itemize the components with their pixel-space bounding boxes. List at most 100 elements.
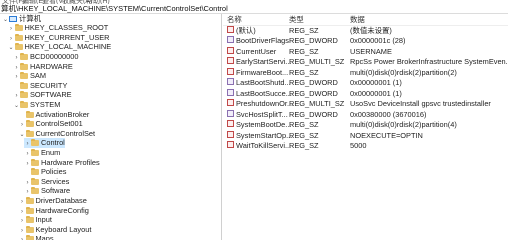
tree-node-label: SECURITY: [30, 80, 68, 90]
value-name: PreshutdownOr...: [236, 99, 294, 109]
tree-node[interactable]: ⌄ CurrentControlSet: [19, 128, 96, 139]
tree-node[interactable]: › Software: [24, 186, 71, 196]
tree-node-label: Control: [41, 138, 65, 148]
tree-node-label: DriverDatabase: [35, 195, 87, 205]
tree-node[interactable]: › SAM: [13, 71, 47, 81]
value-row[interactable]: CurrentUser REG_SZ USERNAME: [223, 46, 508, 57]
value-data: 0x0000001c (28): [350, 36, 406, 46]
tree-node[interactable]: › ControlSet001: [19, 119, 83, 129]
tree-node[interactable]: › Enum: [24, 147, 61, 158]
value-type: REG_DWORD: [289, 88, 338, 98]
registry-tree[interactable]: ⌄ 计算机 › HKEY_CLASSES_ROOT › HKEY_CURRENT_USER…: [0, 14, 222, 240]
tree-node[interactable]: › Hardware Profiles: [24, 158, 100, 168]
value-type: REG_DWORD: [289, 109, 338, 119]
tree-node[interactable]: › SOFTWARE: [13, 90, 72, 100]
value-row[interactable]: BootDriverFlags REG_DWORD 0x0000001c (28): [223, 36, 508, 46]
value-row[interactable]: SystemBootDe... REG_SZ multi(0)disk(0)rdis…: [223, 120, 508, 130]
value-row[interactable]: LastBootShutd... REG_DWORD 0x00000001 (1): [223, 78, 508, 88]
value-data: multi(0)disk(0)rdisk(2)partition(2): [350, 67, 457, 77]
folder-icon: [25, 196, 34, 204]
folder-icon: [31, 148, 39, 156]
value-row[interactable]: EarlyStartServi... REG_MULTI_SZ RpcSs Powe…: [223, 57, 508, 67]
folder-icon: [20, 52, 28, 60]
value-row[interactable]: SystemStartOp... REG_SZ NOEXECUTE=OPTIN: [223, 130, 508, 141]
folder-icon: [31, 187, 39, 195]
value-row[interactable]: LastBootSucce... REG_DWORD 0x00000001 (1): [223, 88, 508, 99]
tree-node-label: Enum: [41, 147, 61, 157]
tree-node-label: HARDWARE: [30, 61, 73, 71]
value-row[interactable]: SvcHostSplitT... REG_DWORD 0x00380000 (367…: [223, 109, 508, 120]
tree-node[interactable]: › HARDWARE: [13, 62, 73, 72]
tree-node-label: CurrentControlSet: [35, 128, 96, 138]
value-name: LastBootSucce...: [236, 88, 292, 98]
value-type: REG_SZ: [289, 130, 319, 140]
tree-node[interactable]: ⌄ 计算机: [2, 14, 41, 24]
folder-icon: [31, 177, 39, 185]
tree-node[interactable]: › BCD00000000: [13, 52, 79, 62]
value-row[interactable]: FirmwareBoot... REG_SZ multi(0)disk(0)rdis…: [223, 67, 508, 78]
tree-node-label: HKEY_CLASSES_ROOT: [24, 23, 109, 33]
tree-node[interactable]: ⌄ HKEY_LOCAL_MACHINE: [8, 42, 112, 52]
column-header-data[interactable]: 数据: [350, 14, 365, 25]
string-value-icon: [227, 99, 234, 107]
folder-icon: [31, 168, 39, 176]
tree-node[interactable]: SECURITY: [13, 81, 67, 91]
tree-node-label: HardwareConfig: [35, 205, 89, 215]
value-name: WaitToKillServi...: [236, 140, 292, 150]
value-type: REG_DWORD: [289, 36, 338, 46]
tree-node-label: SOFTWARE: [30, 90, 72, 100]
column-header-type[interactable]: 类型: [289, 14, 304, 25]
folder-icon: [31, 158, 39, 166]
value-data: USERNAME: [350, 46, 392, 56]
tree-node[interactable]: › HKEY_CURRENT_USER: [8, 33, 110, 43]
tree-node-label: HKEY_CURRENT_USER: [24, 32, 110, 42]
tree-node[interactable]: › Control: [24, 138, 65, 149]
column-header-name[interactable]: 名称: [227, 14, 242, 25]
value-name: SystemBootDe...: [236, 120, 292, 130]
value-row[interactable]: WaitToKillServi... REG_SZ 5000: [223, 140, 508, 151]
value-data: (数值未设置): [350, 26, 392, 35]
folder-icon: [25, 216, 34, 224]
tree-node[interactable]: › Input: [19, 215, 52, 225]
tree-node[interactable]: Policies: [24, 167, 66, 177]
value-type: REG_DWORD: [289, 78, 338, 88]
tree-node-label: BCD00000000: [30, 51, 79, 61]
tree-node-label: Services: [41, 176, 70, 186]
value-name: EarlyStartServi...: [236, 57, 292, 67]
value-data: RpcSs Power BrokerInfrastructure SystemE…: [350, 57, 508, 67]
folder-icon: [14, 43, 23, 51]
tree-node-label: HKEY_LOCAL_MACHINE: [24, 42, 112, 52]
string-value-icon: [227, 67, 234, 75]
value-name: BootDriverFlags: [236, 36, 289, 46]
tree-node[interactable]: ⌄ SYSTEM: [13, 100, 60, 110]
value-row[interactable]: PreshutdownOr... REG_MULTI_SZ UsoSvc Devic…: [223, 99, 508, 109]
value-type: REG_SZ: [289, 140, 319, 150]
value-data: 0x00000001 (1): [350, 78, 402, 88]
value-name: CurrentUser: [236, 46, 277, 56]
tree-node[interactable]: › Services: [24, 176, 70, 187]
tree-node[interactable]: ActivationBroker: [19, 109, 90, 120]
tree-node[interactable]: › DriverDatabase: [19, 196, 87, 206]
value-type: REG_SZ: [289, 26, 319, 35]
binary-value-icon: [227, 88, 234, 96]
tree-node-label: Maps: [35, 234, 54, 240]
folder-icon: [25, 120, 34, 128]
chevron-right-icon[interactable]: ›: [19, 235, 26, 240]
values-header: 名称 类型 数据: [223, 14, 508, 26]
tree-node-label: Hardware Profiles: [41, 157, 100, 167]
folder-icon: [25, 110, 34, 118]
value-row[interactable]: (默认) REG_SZ (数值未设置): [223, 26, 508, 36]
string-value-icon: [227, 26, 234, 33]
string-value-icon: [227, 130, 234, 138]
folder-icon: [25, 129, 34, 137]
tree-node[interactable]: › HardwareConfig: [19, 206, 89, 216]
tree-node[interactable]: › Maps: [19, 234, 54, 240]
tree-node[interactable]: › Keyboard Layout: [19, 225, 91, 235]
folder-icon: [14, 33, 23, 41]
tree-node-label: ActivationBroker: [35, 109, 90, 119]
tree-node-label: Software: [41, 186, 71, 196]
address-bar[interactable]: 算机\HKEY_LOCAL_MACHINE\SYSTEM\CurrentCont…: [0, 4, 508, 14]
folder-icon: [31, 139, 39, 147]
tree-node[interactable]: › HKEY_CLASSES_ROOT: [8, 23, 109, 33]
tree-node-label: Policies: [41, 167, 67, 177]
